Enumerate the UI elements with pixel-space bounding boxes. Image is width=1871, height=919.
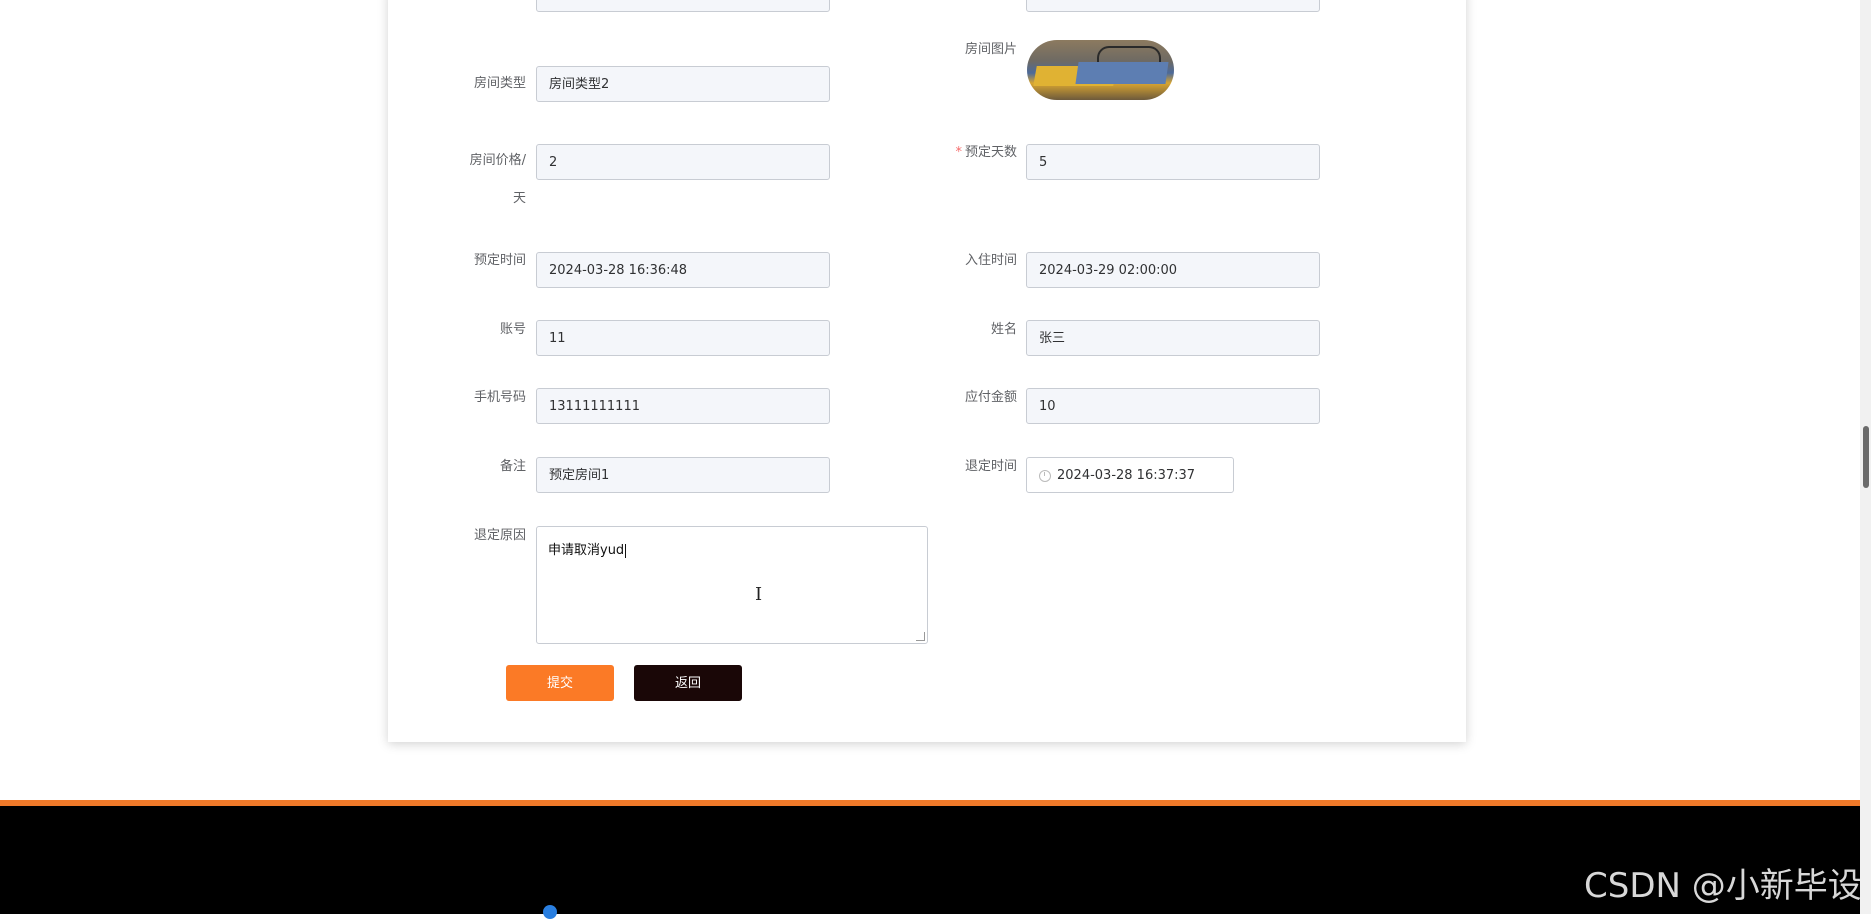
cancel-time-label: 退定时间 (964, 459, 1017, 474)
room-price-label-line2: 天 (512, 191, 526, 206)
cancel-reason-value: 申请取消yud (548, 543, 625, 558)
phone-input[interactable]: 13111111111 (536, 388, 830, 424)
cancel-reason-textarea[interactable]: 申请取消yud (536, 526, 928, 644)
cancel-time-picker[interactable]: 2024-03-28 16:37:37 (1026, 457, 1234, 493)
page-footer (0, 806, 1860, 914)
book-days-label: * 预定天数 (877, 143, 1017, 163)
submit-button[interactable]: 提交 (506, 665, 614, 701)
name-label: 姓名 (990, 322, 1017, 337)
watermark: CSDN @小新毕设 (1584, 866, 1862, 906)
amount-label: 应付金额 (964, 390, 1017, 405)
room-price-label-line1: 房间价格/ (469, 153, 526, 168)
cancel-reason-label: 退定原因 (473, 528, 526, 543)
required-mark: * (955, 145, 962, 160)
room-price-input[interactable]: 2 (536, 144, 830, 180)
clock-icon (1039, 470, 1051, 482)
cancel-time-value: 2024-03-28 16:37:37 (1057, 468, 1196, 483)
room-price-label: 房间价格/ 天 (386, 142, 526, 218)
back-button[interactable]: 返回 (634, 665, 742, 701)
text-caret (625, 543, 627, 558)
scrollbar-thumb[interactable] (1863, 426, 1869, 488)
text-cursor-icon: I (755, 584, 763, 605)
checkin-time-label: 入住时间 (964, 253, 1017, 268)
account-input[interactable]: 11 (536, 320, 830, 356)
form-card-content: 房间价格/ 天 2 * 预定天数 5 预定时间 2024-03-28 16:36:… (388, 0, 1466, 742)
name-input[interactable]: 张三 (1026, 320, 1320, 356)
book-time-label: 预定时间 (473, 253, 526, 268)
checkin-time-input[interactable]: 2024-03-29 02:00:00 (1026, 252, 1320, 288)
floating-dot-icon[interactable] (543, 905, 557, 919)
remark-label: 备注 (499, 459, 526, 474)
remark-input[interactable]: 预定房间1 (536, 457, 830, 493)
phone-label: 手机号码 (473, 390, 526, 405)
book-time-input[interactable]: 2024-03-28 16:36:48 (536, 252, 830, 288)
book-days-input[interactable]: 5 (1026, 144, 1320, 180)
book-days-label-text: 预定天数 (964, 145, 1017, 160)
amount-input[interactable]: 10 (1026, 388, 1320, 424)
account-label: 账号 (499, 322, 526, 337)
resize-handle-icon[interactable] (916, 632, 925, 641)
